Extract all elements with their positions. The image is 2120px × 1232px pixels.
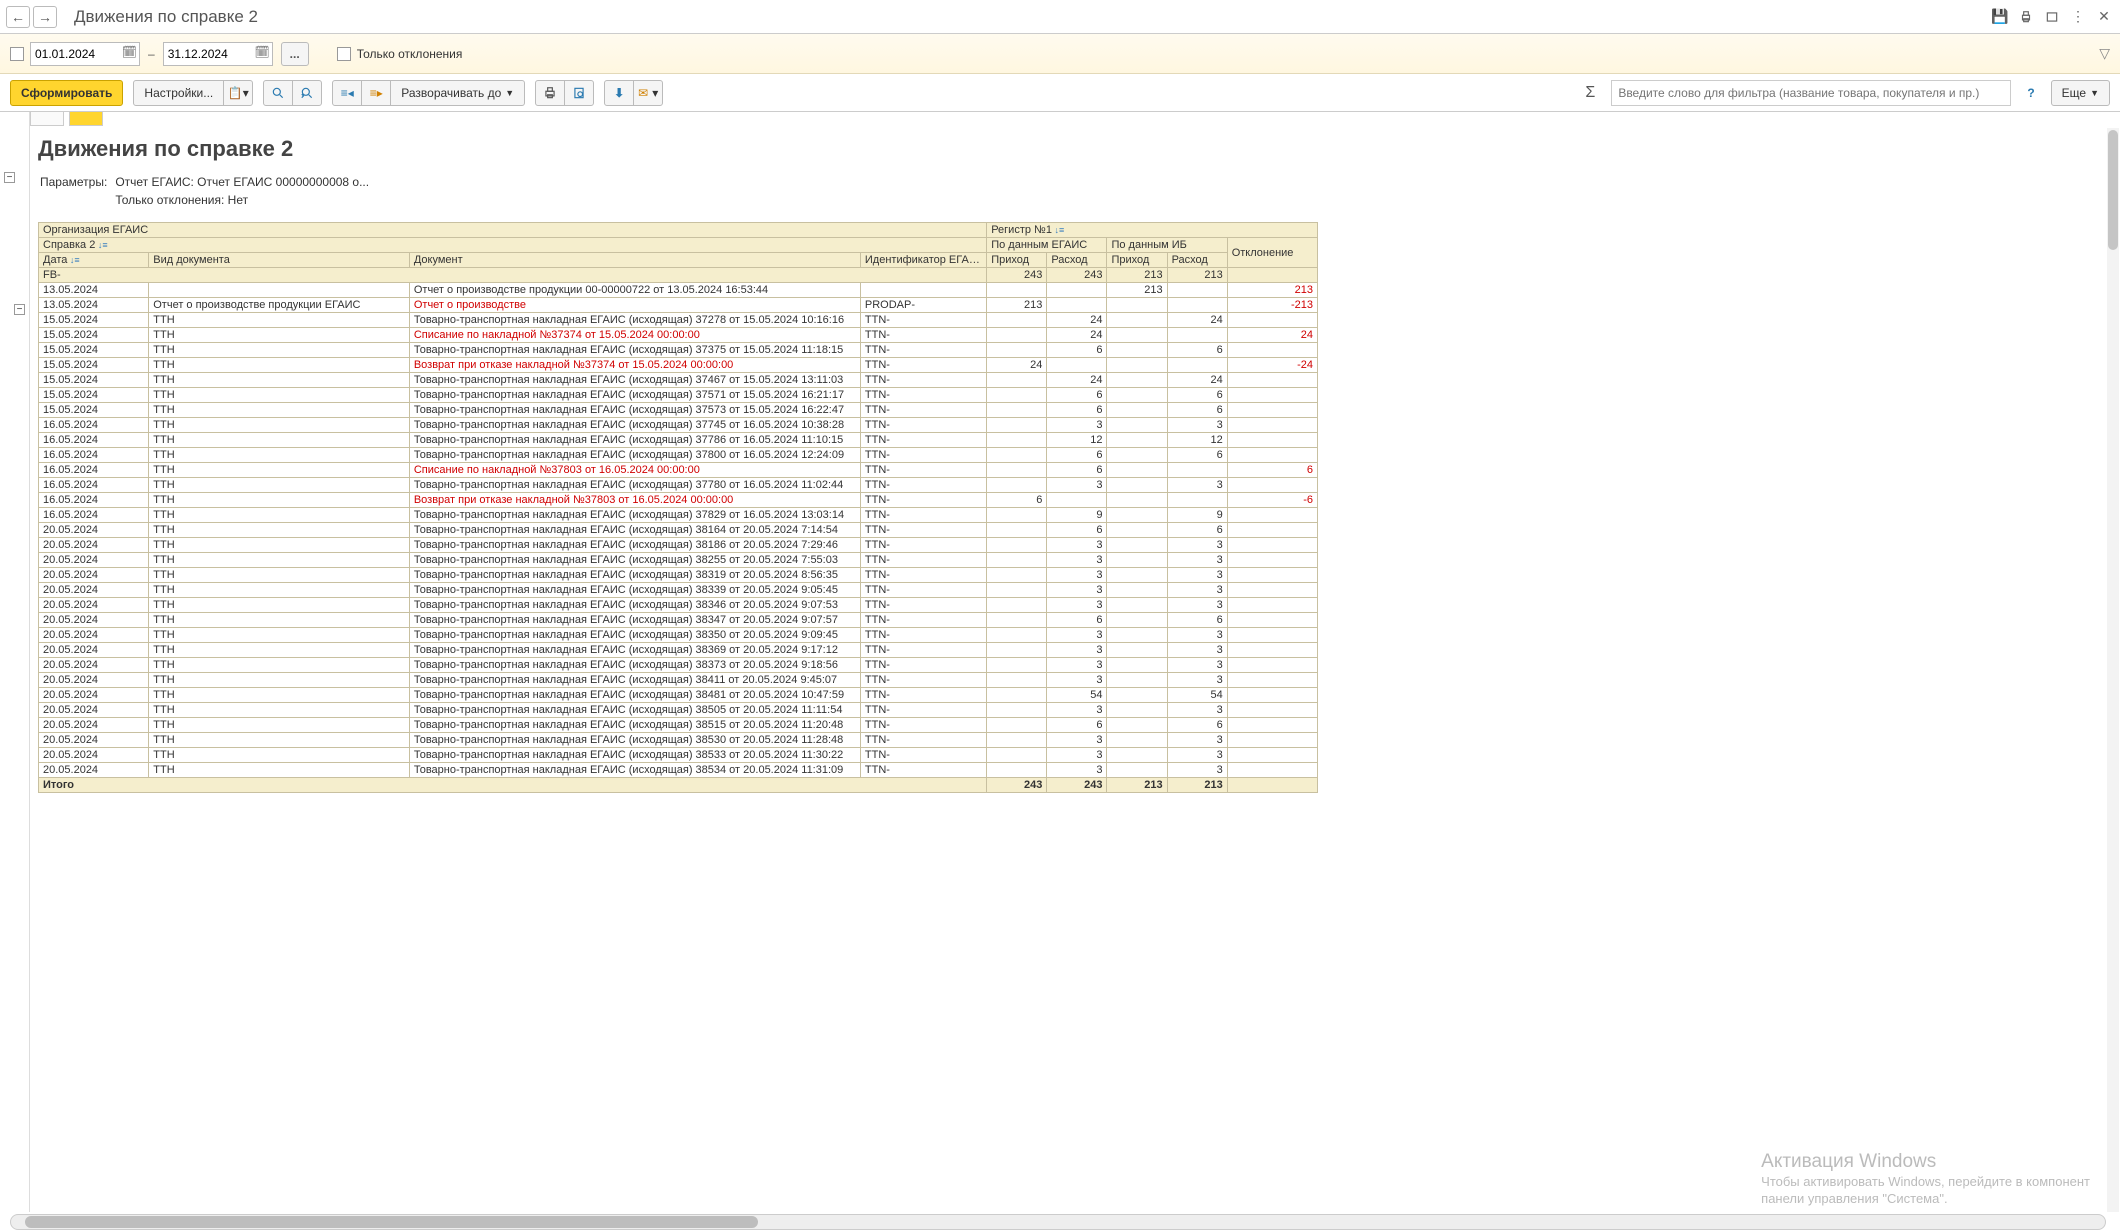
header-ib-income[interactable]: Приход bbox=[1107, 253, 1167, 268]
table-row[interactable]: 20.05.2024ТТНТоварно-транспортная наклад… bbox=[39, 748, 1318, 763]
table-row[interactable]: 20.05.2024ТТНТоварно-транспортная наклад… bbox=[39, 688, 1318, 703]
table-row[interactable]: 15.05.2024ТТНТоварно-транспортная наклад… bbox=[39, 343, 1318, 358]
table-row[interactable]: 15.05.2024ТТНСписание по накладной №3737… bbox=[39, 328, 1318, 343]
sheet-tabs bbox=[30, 112, 105, 128]
collapse-group-button[interactable]: − bbox=[14, 304, 25, 315]
table-row[interactable]: 13.05.2024Отчет о производстве продукции… bbox=[39, 298, 1318, 313]
close-icon[interactable]: ✕ bbox=[2094, 7, 2114, 27]
date-separator: – bbox=[148, 47, 155, 61]
only-deviations-checkbox[interactable] bbox=[337, 47, 351, 61]
header-egais-income[interactable]: Приход bbox=[987, 253, 1047, 268]
table-row[interactable]: 15.05.2024ТТНТоварно-транспортная наклад… bbox=[39, 373, 1318, 388]
table-row[interactable]: 16.05.2024ТТНВозврат при отказе накладно… bbox=[39, 493, 1318, 508]
more-button[interactable]: Еще ▼ bbox=[2051, 80, 2110, 106]
calendar-icon[interactable]: 🗓 bbox=[254, 45, 269, 59]
calendar-icon[interactable]: 🗓 bbox=[122, 45, 137, 59]
period-select-button[interactable]: ... bbox=[281, 42, 309, 66]
table-row[interactable]: 20.05.2024ТТНТоварно-транспортная наклад… bbox=[39, 673, 1318, 688]
vertical-scrollbar[interactable] bbox=[2107, 128, 2119, 1212]
print-icon[interactable] bbox=[2016, 7, 2036, 27]
table-row[interactable]: 20.05.2024ТТНТоварно-транспортная наклад… bbox=[39, 658, 1318, 673]
window-title: Движения по справке 2 bbox=[74, 7, 258, 27]
table-row[interactable]: 20.05.2024ТТНТоварно-транспортная наклад… bbox=[39, 553, 1318, 568]
table-row[interactable]: 20.05.2024ТТНТоварно-транспортная наклад… bbox=[39, 583, 1318, 598]
report-table: Организация ЕГАИС Регистр №1 Справка 2 П… bbox=[38, 222, 1318, 793]
print-button[interactable] bbox=[535, 80, 565, 106]
table-row[interactable]: 16.05.2024ТТНТоварно-транспортная наклад… bbox=[39, 418, 1318, 433]
filter-bar: 🗓 – 🗓 ... Только отклонения ▽ bbox=[0, 34, 2120, 74]
table-row[interactable]: 15.05.2024ТТНТоварно-транспортная наклад… bbox=[39, 403, 1318, 418]
expand-to-button[interactable]: Разворачивать до ▼ bbox=[390, 80, 525, 106]
table-row[interactable]: 20.05.2024ТТНТоварно-транспортная наклад… bbox=[39, 568, 1318, 583]
table-row[interactable]: 15.05.2024ТТНВозврат при отказе накладно… bbox=[39, 358, 1318, 373]
preview-button[interactable] bbox=[564, 80, 594, 106]
tree-gutter: − − bbox=[0, 112, 30, 1212]
nav-forward-button[interactable]: → bbox=[33, 6, 57, 28]
table-row[interactable]: 16.05.2024ТТНТоварно-транспортная наклад… bbox=[39, 433, 1318, 448]
header-egais-id[interactable]: Идентификатор ЕГАИС bbox=[860, 253, 986, 268]
collapse-params-button[interactable]: − bbox=[4, 172, 15, 183]
settings-button[interactable]: Настройки... bbox=[133, 80, 224, 106]
only-deviations-label: Только отклонения bbox=[357, 47, 463, 61]
header-register[interactable]: Регистр №1 bbox=[987, 223, 1318, 238]
send-mail-button[interactable]: ✉▾ bbox=[633, 80, 663, 106]
report-title: Движения по справке 2 bbox=[38, 136, 2106, 162]
table-row[interactable]: 15.05.2024ТТНТоварно-транспортная наклад… bbox=[39, 388, 1318, 403]
horizontal-scrollbar[interactable] bbox=[10, 1214, 2106, 1230]
table-row[interactable]: 16.05.2024ТТНТоварно-транспортная наклад… bbox=[39, 508, 1318, 523]
header-org[interactable]: Организация ЕГАИС bbox=[39, 223, 987, 238]
total-row: Итого 243 243 213 213 bbox=[39, 778, 1318, 793]
table-row[interactable]: 16.05.2024ТТНСписание по накладной №3780… bbox=[39, 463, 1318, 478]
header-deviation[interactable]: Отклонение bbox=[1227, 238, 1317, 268]
save-icon[interactable]: 💾 bbox=[1990, 7, 2010, 27]
group-row[interactable]: FB- 243 243 213 213 bbox=[39, 268, 1318, 283]
more-vertical-icon[interactable]: ⋮ bbox=[2068, 7, 2088, 27]
table-row[interactable]: 16.05.2024ТТНТоварно-транспортная наклад… bbox=[39, 448, 1318, 463]
find-button[interactable] bbox=[263, 80, 293, 106]
nav-back-button[interactable]: ← bbox=[6, 6, 30, 28]
save-report-button[interactable]: ⬇ bbox=[604, 80, 634, 106]
report-area: − − Движения по справке 2 Параметры:Отче… bbox=[0, 112, 2120, 1232]
table-row[interactable]: 20.05.2024ТТНТоварно-транспортная наклад… bbox=[39, 628, 1318, 643]
header-ib-expense[interactable]: Расход bbox=[1167, 253, 1227, 268]
sum-icon[interactable]: Σ bbox=[1585, 84, 1595, 102]
header-ib-data[interactable]: По данным ИБ bbox=[1107, 238, 1227, 253]
report-content: Движения по справке 2 Параметры:Отчет ЕГ… bbox=[30, 128, 2106, 1212]
find-next-button[interactable] bbox=[292, 80, 322, 106]
header-egais-expense[interactable]: Расход bbox=[1047, 253, 1107, 268]
filter-icon[interactable]: ▽ bbox=[2099, 45, 2110, 62]
table-row[interactable]: 20.05.2024ТТНТоварно-транспортная наклад… bbox=[39, 613, 1318, 628]
table-row[interactable]: 20.05.2024ТТНТоварно-транспортная наклад… bbox=[39, 523, 1318, 538]
title-bar: ← → Движения по справке 2 💾 ⋮ ✕ bbox=[0, 0, 2120, 34]
report-parameters: Параметры:Отчет ЕГАИС: Отчет ЕГАИС 00000… bbox=[38, 172, 377, 210]
table-row[interactable]: 20.05.2024ТТНТоварно-транспортная наклад… bbox=[39, 703, 1318, 718]
header-date[interactable]: Дата bbox=[39, 253, 149, 268]
header-egais-data[interactable]: По данным ЕГАИС bbox=[987, 238, 1107, 253]
table-row[interactable]: 20.05.2024ТТНТоварно-транспортная наклад… bbox=[39, 718, 1318, 733]
help-button[interactable]: ? bbox=[2027, 86, 2034, 100]
sheet-tab-1[interactable] bbox=[30, 112, 64, 126]
period-enable-checkbox[interactable] bbox=[10, 47, 24, 61]
sheet-tab-2[interactable] bbox=[69, 112, 103, 126]
header-spravka[interactable]: Справка 2 bbox=[39, 238, 987, 253]
toolbar: Сформировать Настройки... 📋▾ ≡◂ ≡▸ Разво… bbox=[0, 74, 2120, 112]
table-row[interactable]: 13.05.2024Отчет о производстве продукции… bbox=[39, 283, 1318, 298]
form-report-button[interactable]: Сформировать bbox=[10, 80, 123, 106]
table-row[interactable]: 20.05.2024ТТНТоварно-транспортная наклад… bbox=[39, 643, 1318, 658]
table-row[interactable]: 20.05.2024ТТНТоварно-транспортная наклад… bbox=[39, 763, 1318, 778]
table-row[interactable]: 20.05.2024ТТНТоварно-транспортная наклад… bbox=[39, 598, 1318, 613]
expand-groups-button[interactable]: ≡▸ bbox=[361, 80, 391, 106]
header-doc-type[interactable]: Вид документа bbox=[149, 253, 410, 268]
collapse-groups-button[interactable]: ≡◂ bbox=[332, 80, 362, 106]
window-icon[interactable] bbox=[2042, 7, 2062, 27]
table-row[interactable]: 15.05.2024ТТНТоварно-транспортная наклад… bbox=[39, 313, 1318, 328]
table-row[interactable]: 20.05.2024ТТНТоварно-транспортная наклад… bbox=[39, 538, 1318, 553]
filter-search-input[interactable] bbox=[1611, 80, 2011, 106]
table-row[interactable]: 16.05.2024ТТНТоварно-транспортная наклад… bbox=[39, 478, 1318, 493]
table-row[interactable]: 20.05.2024ТТНТоварно-транспортная наклад… bbox=[39, 733, 1318, 748]
header-document[interactable]: Документ bbox=[409, 253, 860, 268]
settings-menu-button[interactable]: 📋▾ bbox=[223, 80, 253, 106]
